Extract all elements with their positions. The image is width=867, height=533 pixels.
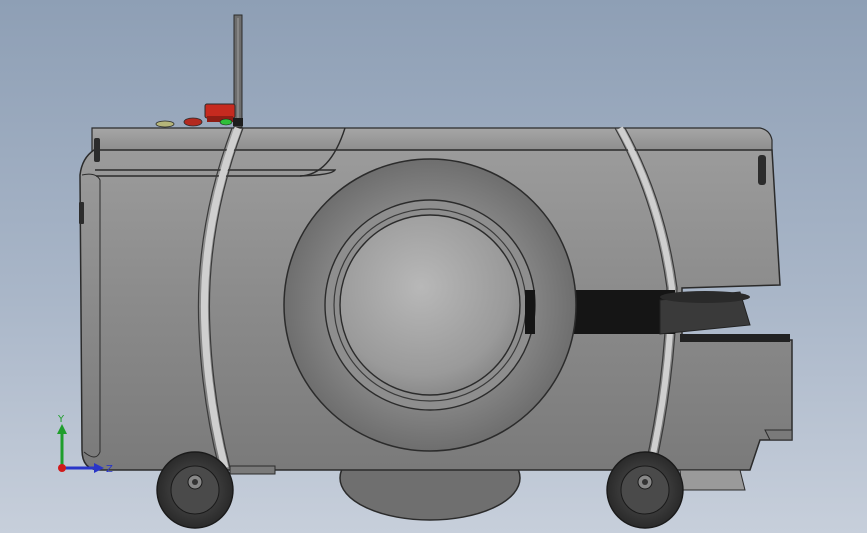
front-caster (156, 451, 234, 529)
wheel-housing (283, 158, 577, 452)
z-axis-arrowhead (94, 463, 104, 473)
y-axis-label: Y (57, 414, 65, 425)
robot-model[interactable] (0, 0, 867, 533)
cad-viewport[interactable]: Y Z (0, 0, 867, 533)
rear-caster (606, 451, 684, 529)
z-axis-label: Z (106, 464, 113, 475)
top-controls (155, 103, 243, 128)
y-axis-arrowhead (57, 424, 67, 434)
origin-marker (58, 464, 66, 472)
coordinate-triad: Y Z (57, 414, 113, 475)
